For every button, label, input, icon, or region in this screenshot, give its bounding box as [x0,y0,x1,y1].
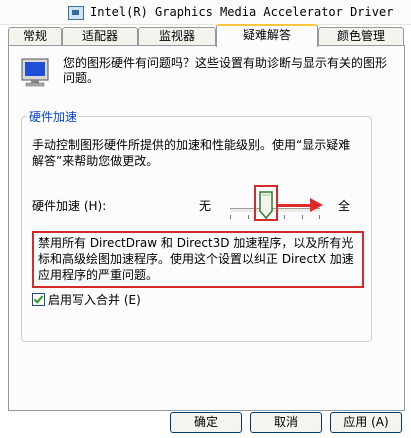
monitor-icon [21,58,49,87]
hardware-acceleration-label: 硬件加速 (H): [32,199,107,213]
hardware-acceleration-group: 硬件加速 手动控制图形硬件所提供的加速和性能级别。使用“显示疑难解答”来帮助您做… [21,108,372,342]
tab-troubleshoot[interactable]: 疑难解答 [216,24,318,47]
cancel-button[interactable]: 取消 [250,412,322,433]
tab-color-management[interactable]: 颜色管理 [318,27,404,45]
tab-strip: 常规 适配器 监视器 疑难解答 颜色管理 [0,24,411,47]
acceleration-warning-text: 禁用所有 DirectDraw 和 Direct3D 加速程序，以及所有光标和高… [32,231,364,288]
write-combining-checkbox[interactable] [32,293,45,306]
apply-button[interactable]: 应用 (A) [330,412,402,433]
tab-general[interactable]: 常规 [8,27,62,45]
ok-button[interactable]: 确定 [170,412,242,433]
red-arrow-icon [278,204,312,207]
window-title: Intel(R) Graphics Media Accelerator Driv… [90,5,394,19]
tab-monitor[interactable]: 监视器 [138,27,216,45]
troubleshoot-panel: 您的图形硬件有问题吗？这些设置有助诊断与显示有关的图形问题。 硬件加速 手动控制… [8,45,405,411]
intro-text: 您的图形硬件有问题吗？这些设置有助诊断与显示有关的图形问题。 [63,56,388,85]
write-combining-checkbox-row[interactable]: 启用写入合并 (E) [32,291,141,308]
slider-min-label: 无 [199,199,212,213]
group-description: 手动控制图形硬件所提供的加速和性能级别。使用“显示疑难解答”来帮助您做更改。 [32,138,351,168]
tab-adapter[interactable]: 适配器 [62,27,138,45]
driver-icon [68,6,84,20]
group-legend: 硬件加速 [29,110,78,124]
slider-max-label: 全 [338,199,351,213]
window-title-bar: Intel(R) Graphics Media Accelerator Driv… [0,0,411,25]
write-combining-label[interactable]: 启用写入合并 (E) [48,293,141,307]
slider-highlight-box [254,185,278,221]
red-arrow-head-icon [310,198,323,212]
